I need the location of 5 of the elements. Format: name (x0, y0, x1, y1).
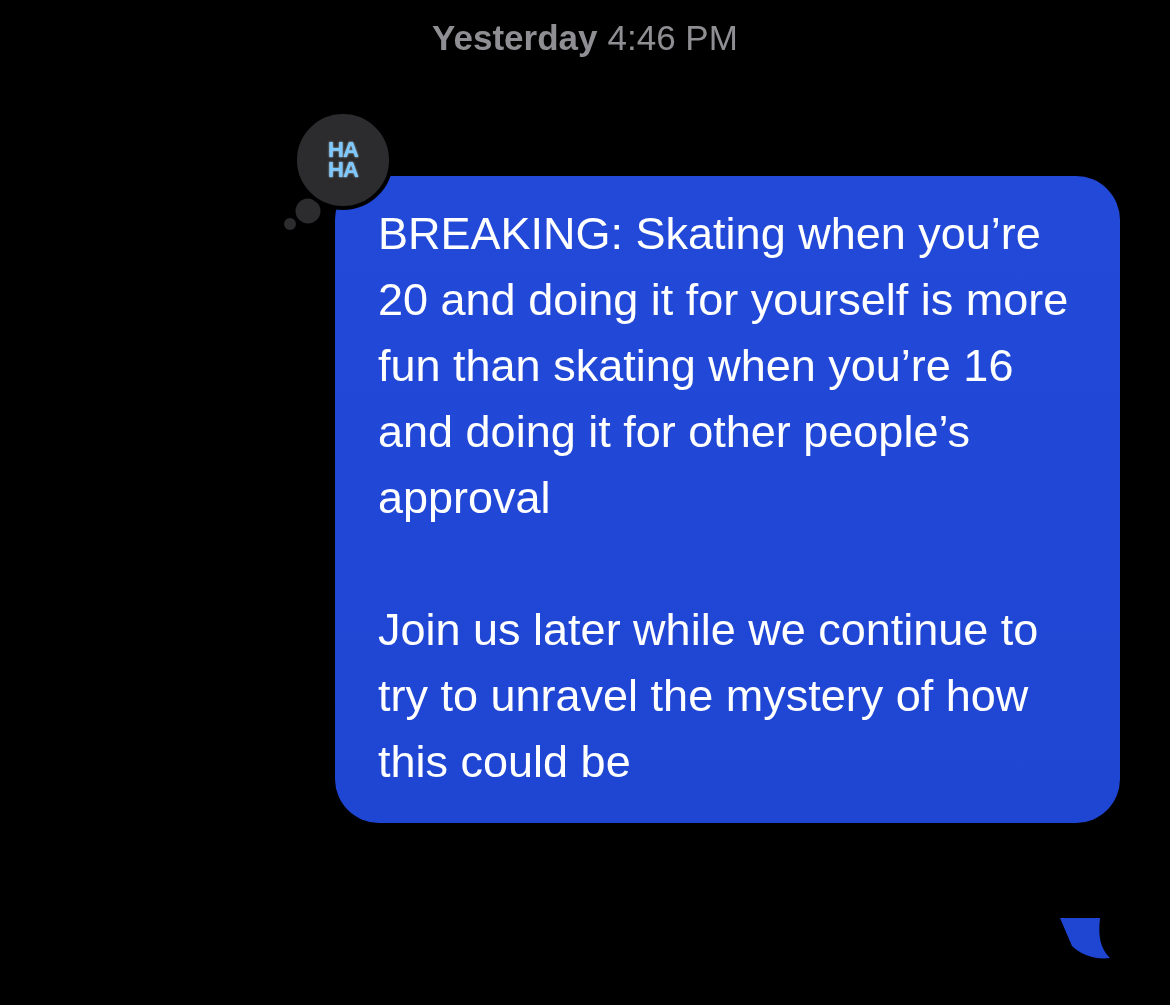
message-text: BREAKING: Skating when you’re 20 and doing it for yourself is more fun than skating when you’re 16 and doing it for other people’s approval (378, 207, 1070, 525)
timestamp-time: 4:46 PM (607, 18, 738, 58)
message-text: Join us later while we continue to try to unravel the mystery of how this could be (378, 603, 1040, 789)
timestamp-day: Yesterday (432, 18, 598, 58)
bubble-tail (1060, 918, 1110, 960)
